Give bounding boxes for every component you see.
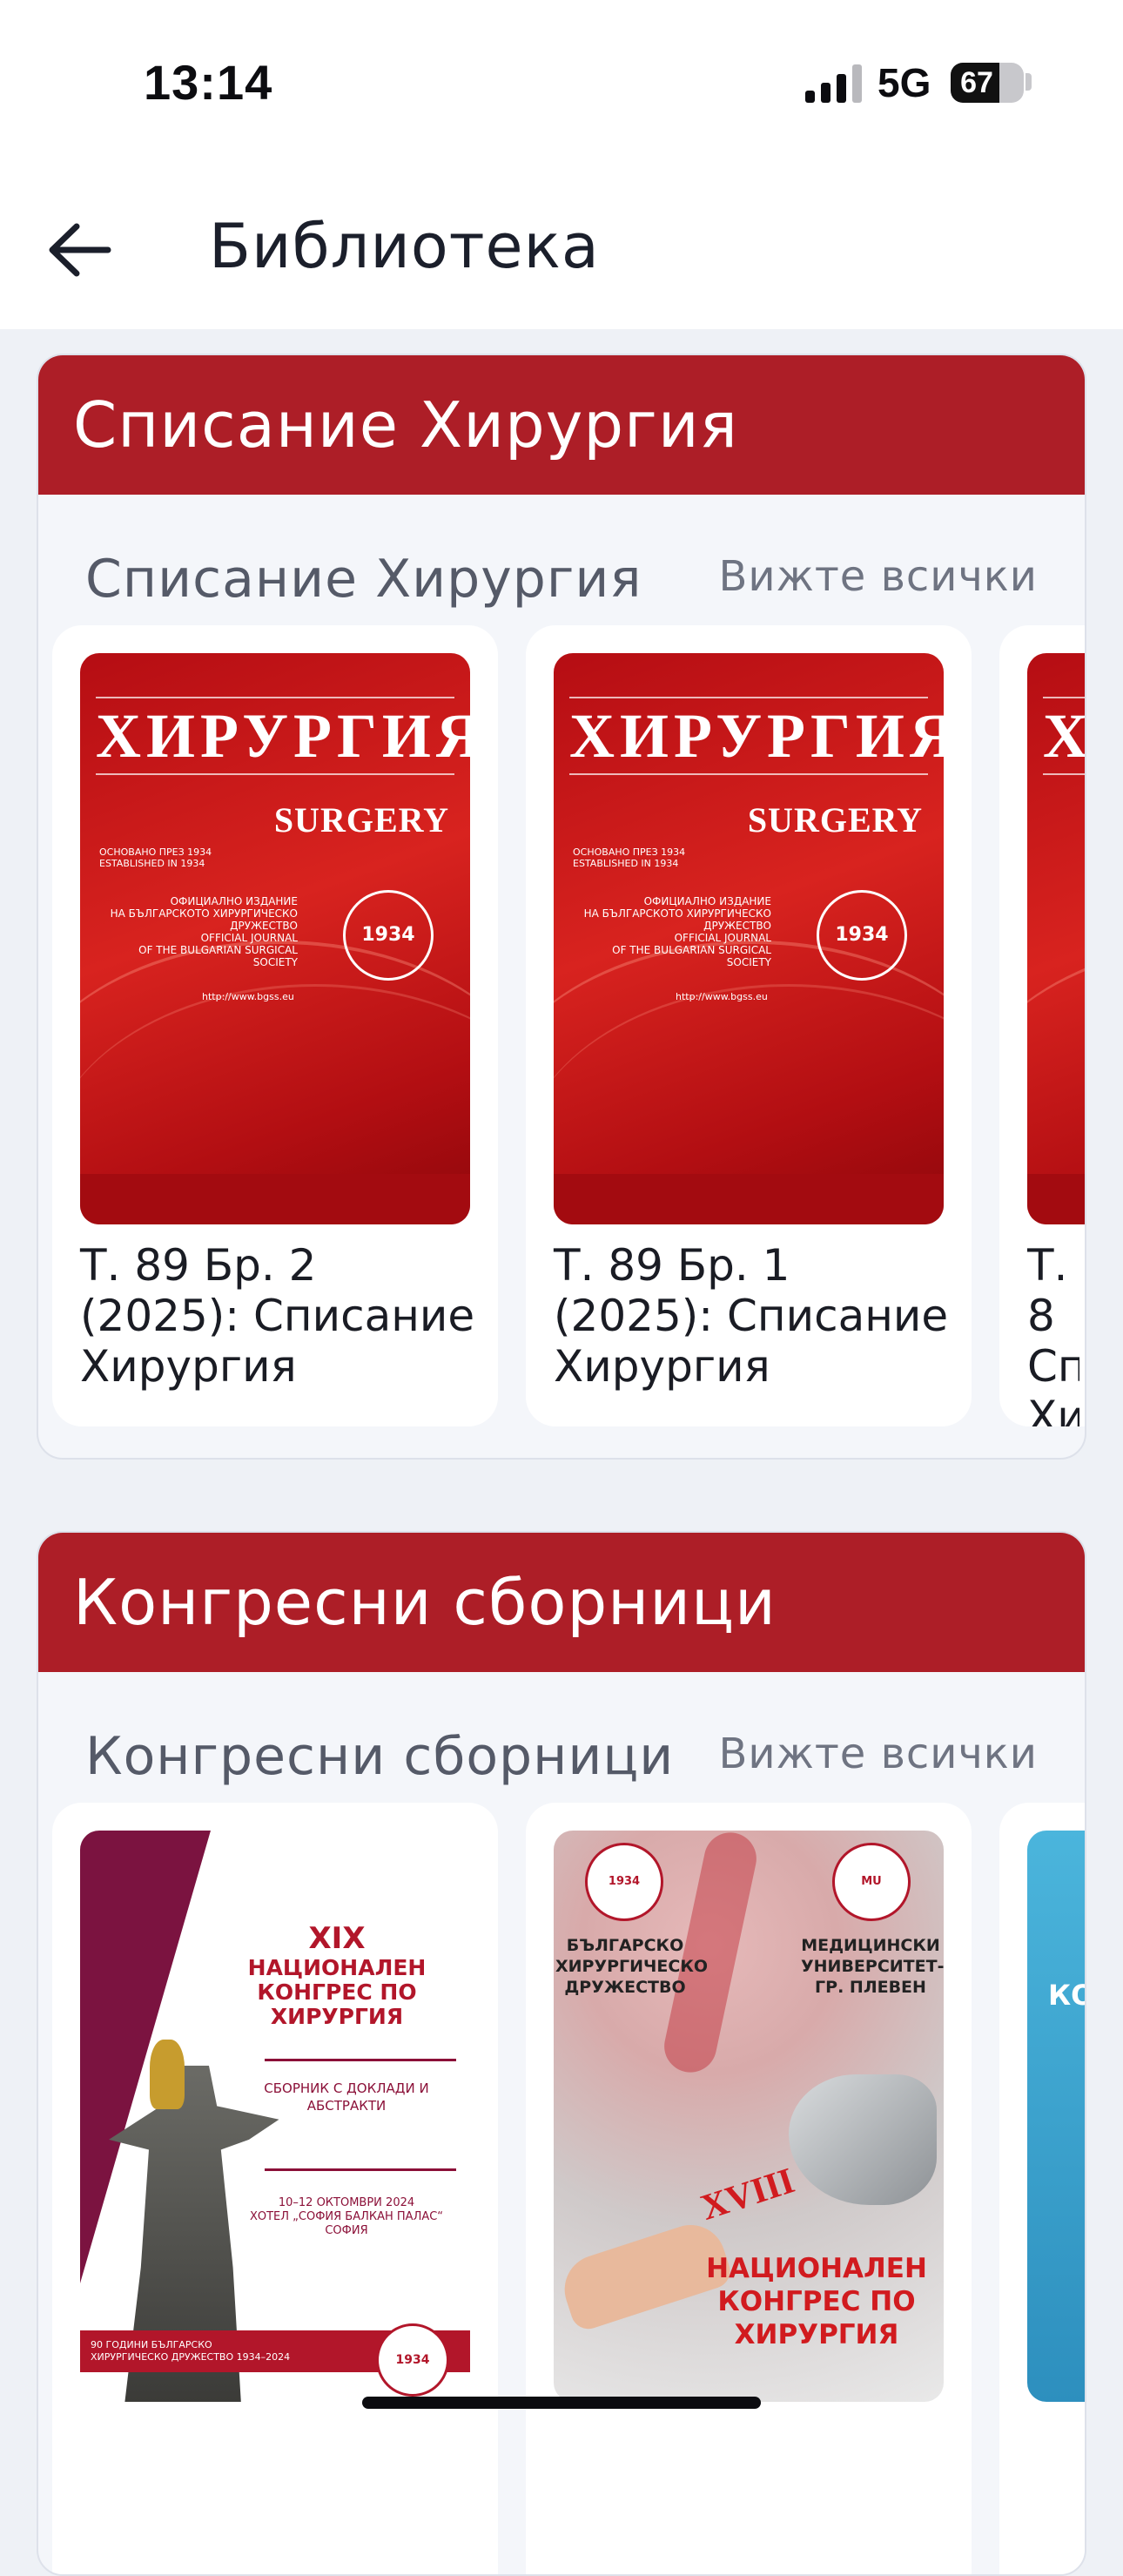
cover-official: ОФИЦИАЛНО ИЗДАНИЕ НА БЪЛГАРСКОТО ХИРУРГИ… (110, 895, 298, 968)
journal-carousel[interactable]: ХИРУРГИЯ SURGERY ОСНОВАНО ПРЕЗ 1934 ESTA… (52, 625, 1085, 1426)
section-congress: Конгресни сборници Конгресни сборници Ви… (37, 1531, 1086, 2576)
card-title: Т. 8 Сп Хи (1027, 1240, 1079, 1426)
cover-title: ХИРУРГИЯ (569, 697, 944, 775)
cover-founded: ОСНОВАНО ПРЕЗ 1934 ESTABLISHED IN 1934 (573, 846, 686, 869)
journal-card[interactable]: ХИРУРГИЯ SURGERY ОСНОВАНО ПРЕЗ 1934 ESTA… (52, 625, 498, 1426)
congress-card[interactable]: КОН (999, 1803, 1085, 2574)
cover-official: ОФИЦИАЛНО ИЗДАНИЕ НА БЪЛГАРСКОТО ХИРУРГИ… (583, 895, 771, 968)
journal-cover-image: ХИРУРГИЯ SURGERY ОСНОВАНО ПРЕЗ 1934 ESTA… (554, 653, 944, 1224)
cover-subtitle: SURGERY (747, 800, 923, 840)
journal-card[interactable]: ХИРУРГИЯ SURGERY ОСНОВАНО ПРЕЗ 1934 ESTA… (526, 625, 972, 1426)
cover-collection: СБОРНИК С ДОКЛАДИ И АБСТРАКТИ (264, 2080, 429, 2114)
university-logo-icon: MU (832, 1843, 911, 1921)
cover-dates: 10–12 ОКТОМВРИ 2024 ХОТЕЛ „СОФИЯ БАЛКАН … (249, 2196, 444, 2237)
battery-tip (1025, 73, 1032, 91)
app-bar: Библиотека (0, 165, 1123, 329)
page-title: Библиотека (209, 211, 600, 282)
society-seal-icon: 1934 (343, 890, 434, 981)
card-title: Т. 89 Бр. 1 (2025): Списание Хирургия (554, 1240, 949, 1392)
congress-cover-image: XIX НАЦИОНАЛЕН КОНГРЕС ПО ХИРУРГИЯ СБОРН… (80, 1831, 470, 2402)
society-seal-icon: 1934 (376, 2323, 449, 2397)
back-arrow-icon[interactable] (45, 219, 115, 280)
journal-card[interactable]: ХИРУРГИЯ Т. 8 Сп Хи (999, 625, 1085, 1426)
row-header: Конгресни сборници Вижте всички (38, 1672, 1085, 1803)
journal-cover-image: ХИРУРГИЯ (1027, 653, 1085, 1224)
status-bar: 13:14 5G 67 (0, 0, 1123, 165)
battery-icon: 67 (951, 63, 1024, 103)
network-type: 5G (878, 60, 931, 105)
congress-card[interactable]: XIX НАЦИОНАЛЕН КОНГРЕС ПО ХИРУРГИЯ СБОРН… (52, 1803, 498, 2574)
section-header: Конгресни сборници (38, 1533, 1085, 1672)
row-title: Списание Хирургия (85, 549, 642, 610)
cover-subtitle: SURGERY (273, 800, 449, 840)
row-header: Списание Хирургия Вижте всички (38, 495, 1085, 625)
home-indicator[interactable] (362, 2397, 761, 2409)
cover-roman-number: XIX (308, 1921, 366, 1956)
cover-right-org: МЕДИЦИНСКИ УНИВЕРСИТЕТ- ГР. ПЛЕВЕН (801, 1936, 944, 1997)
cellular-signal-icon (805, 64, 862, 103)
journal-cover-image: ХИРУРГИЯ SURGERY ОСНОВАНО ПРЕЗ 1934 ESTA… (80, 653, 470, 1224)
society-logo-icon: 1934 (585, 1843, 663, 1921)
society-seal-icon: 1934 (817, 890, 907, 981)
cover-heading-text: КОН (1048, 1979, 1085, 2012)
section-header: Списание Хирургия (38, 355, 1085, 495)
see-all-link[interactable]: Вижте всички (718, 1730, 1038, 1778)
cover-heading-text: НАЦИОНАЛЕН КОНГРЕС ПО ХИРУРГИЯ (247, 1955, 427, 2029)
card-title: Т. 89 Бр. 2 (2025): Списание Хирургия (80, 1240, 475, 1392)
status-time: 13:14 (144, 55, 273, 110)
section-journal: Списание Хирургия Списание Хирургия Вижт… (37, 354, 1086, 1460)
cover-heading-text: НАЦИОНАЛЕН КОНГРЕС ПО ХИРУРГИЯ (706, 2253, 927, 2350)
cover-title: ХИРУРГИЯ (96, 697, 470, 775)
cover-url: http://www.bgss.eu (676, 991, 768, 1002)
congress-cover-image: 1934 MU БЪЛГАРСКО ХИРУРГИЧЕСКО ДРУЖЕСТВО… (554, 1831, 944, 2402)
battery-level-text: 67 (960, 66, 993, 99)
cover-roman-number: XVIII (696, 2161, 800, 2229)
cover-left-org: БЪЛГАРСКО ХИРУРГИЧЕСКО ДРУЖЕСТВО (555, 1936, 709, 1997)
row-title: Конгресни сборници (85, 1726, 675, 1787)
robot-hand-image (789, 2074, 937, 2205)
congress-cover-image: КОН (1027, 1831, 1085, 2402)
cover-title: ХИРУРГИЯ (1043, 697, 1085, 775)
cover-founded: ОСНОВАНО ПРЕЗ 1934 ESTABLISHED IN 1934 (99, 846, 212, 869)
congress-carousel[interactable]: XIX НАЦИОНАЛЕН КОНГРЕС ПО ХИРУРГИЯ СБОРН… (52, 1803, 1085, 2574)
cover-heading: XIX НАЦИОНАЛЕН КОНГРЕС ПО ХИРУРГИЯ (211, 1921, 463, 2029)
congress-card[interactable]: 1934 MU БЪЛГАРСКО ХИРУРГИЧЕСКО ДРУЖЕСТВО… (526, 1803, 972, 2574)
cover-url: http://www.bgss.eu (202, 991, 294, 1002)
see-all-link[interactable]: Вижте всички (718, 552, 1038, 601)
